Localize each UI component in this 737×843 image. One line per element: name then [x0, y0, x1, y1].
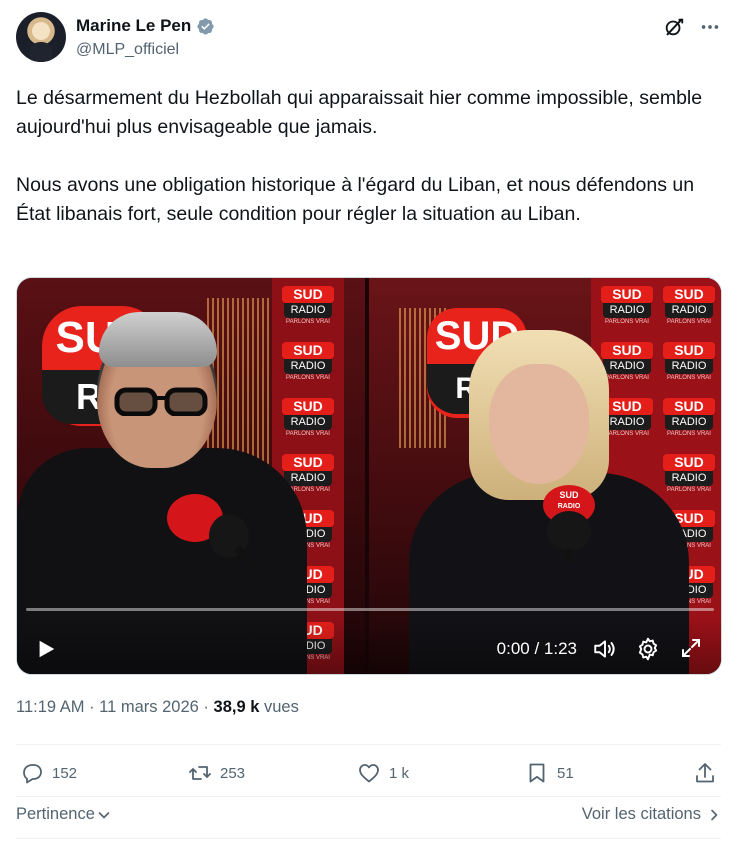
views-count: 38,9 k [213, 698, 260, 716]
logo-tile: SUDRADIOPARLONS VRAI [276, 342, 340, 394]
divider [16, 838, 721, 839]
duration: 1:23 [543, 639, 577, 658]
glasses-icon [114, 387, 208, 416]
chevron-down-icon [98, 811, 110, 818]
bookmark-count: 51 [557, 764, 574, 782]
video-right-panel: SUD RA SUDRADIOPARLONS VRAI SUDRADIOPARL… [369, 278, 721, 674]
more-options-icon[interactable] [699, 16, 721, 38]
time-separator: / [529, 639, 544, 658]
volume-icon[interactable] [592, 636, 618, 662]
man-hair [99, 312, 217, 367]
views-label: vues [259, 698, 299, 716]
repost-icon [189, 766, 211, 780]
replies-footer: Pertinence Voir les citations [16, 800, 721, 830]
like-count: 1 k [389, 764, 410, 782]
tweet-time[interactable]: 11:19 AM [16, 698, 85, 716]
tweet-paragraph: Le désarmement du Hezbollah qui apparais… [16, 87, 708, 138]
bookmark-icon [529, 763, 545, 783]
video-progress-bar[interactable] [26, 608, 714, 611]
divider [16, 744, 721, 745]
sort-label: Pertinence [16, 805, 95, 823]
settings-gear-icon[interactable] [635, 636, 661, 662]
display-name[interactable]: Marine Le Pen [76, 16, 191, 36]
logo-tile: SUDRADIOPARLONS VRAI [276, 398, 340, 450]
tweet-text: Le désarmement du Hezbollah qui apparais… [16, 84, 721, 229]
like-button[interactable]: 1 k [357, 761, 409, 785]
bookmark-button[interactable]: 51 [525, 761, 574, 785]
handle[interactable]: @MLP_officiel [76, 41, 179, 59]
tweet-meta: 11:19 AM · 11 mars 2026 · 38,9 k vues [16, 698, 299, 717]
logo-tile: SUDRADIOPARLONS VRAI [276, 286, 340, 338]
reply-icon [23, 764, 42, 784]
video-controls: 0:00 / 1:23 [17, 618, 721, 674]
meta-dot: · [198, 698, 214, 716]
chevron-right-icon [711, 809, 718, 820]
view-quotes-link[interactable]: Voir les citations [582, 805, 721, 824]
microphone-icon [167, 494, 257, 568]
logo-tile: SUDRADIOPARLONS VRAI [595, 286, 659, 338]
author-name-line: Marine Le Pen [76, 16, 215, 36]
video-time: 0:00 / 1:23 [497, 639, 577, 659]
video-left-panel: SUD RA SUDRADIOPARLONS VRAI SUDRADIOPARL… [17, 278, 367, 674]
avatar[interactable] [16, 12, 66, 62]
tweet-actions: 152 253 1 k 51 [16, 755, 721, 795]
heart-icon [359, 764, 379, 783]
logo-tile: SUDRADIOPARLONS VRAI [657, 398, 721, 450]
repost-count: 253 [220, 764, 246, 782]
mic-logo: SUD RADIO [547, 490, 591, 512]
tweet-header: Marine Le Pen @MLP_officiel [16, 12, 721, 64]
reply-button[interactable]: 152 [20, 761, 77, 785]
mic-radio-text: RADIO [557, 503, 581, 510]
play-icon[interactable] [35, 638, 57, 660]
logo-tile: SUDRADIOPARLONS VRAI [657, 454, 721, 506]
divider [16, 796, 721, 797]
quotes-label: Voir les citations [581, 805, 701, 823]
reply-count: 152 [52, 764, 78, 782]
logo-tile: SUDRADIOPARLONS VRAI [657, 342, 721, 394]
mic-sud-text: SUD [559, 490, 579, 500]
share-icon [696, 763, 714, 783]
meta-dot: · [84, 698, 100, 716]
woman-face [489, 364, 589, 484]
repost-button[interactable]: 253 [188, 761, 245, 785]
grok-icon[interactable] [663, 16, 685, 38]
verified-badge-icon [197, 17, 214, 35]
current-time: 0:00 [496, 639, 530, 658]
video-player[interactable]: SUD RA SUDRADIOPARLONS VRAI SUDRADIOPARL… [16, 277, 722, 675]
tweet-paragraph: Nous avons une obligation historique à l… [16, 174, 700, 225]
tweet-date[interactable]: 11 mars 2026 [99, 698, 199, 716]
logo-tile: SUDRADIOPARLONS VRAI [657, 286, 721, 338]
sort-dropdown[interactable]: Pertinence [16, 805, 111, 824]
fullscreen-icon[interactable] [679, 636, 703, 660]
share-button[interactable] [693, 761, 717, 785]
